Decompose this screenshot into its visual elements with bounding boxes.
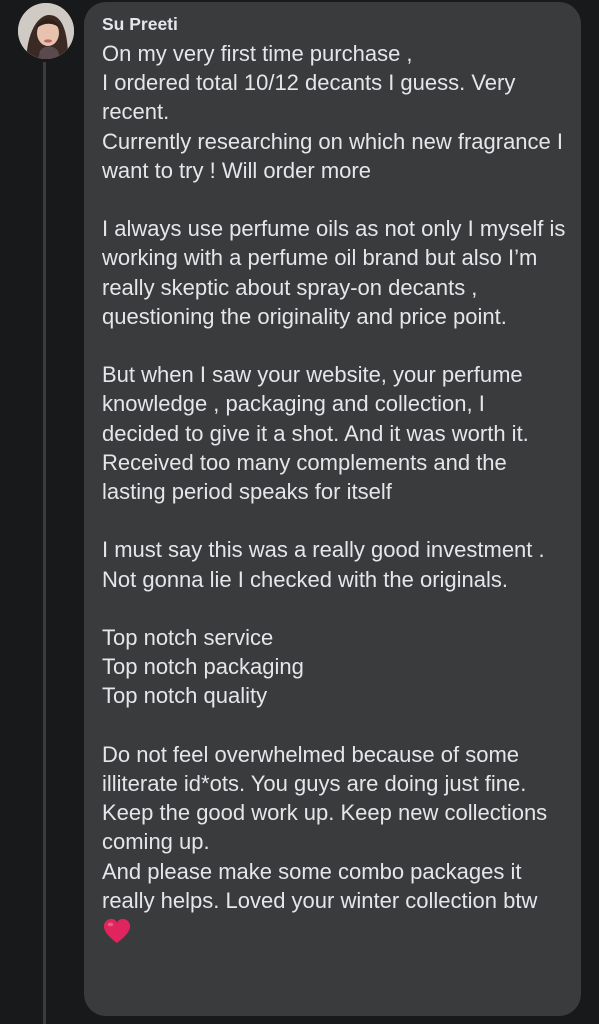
comment-author-name[interactable]: Su Preeti (102, 11, 567, 37)
comment-thread: Su Preeti On my very first time purchase… (0, 0, 599, 1024)
author-avatar[interactable] (18, 3, 74, 59)
comment-text: On my very first time purchase , I order… (102, 41, 566, 913)
red-heart-icon (103, 918, 131, 944)
avatar-photo-icon (18, 3, 74, 59)
comment-bubble: Su Preeti On my very first time purchase… (84, 2, 581, 1016)
thread-connector-line (43, 62, 46, 1024)
